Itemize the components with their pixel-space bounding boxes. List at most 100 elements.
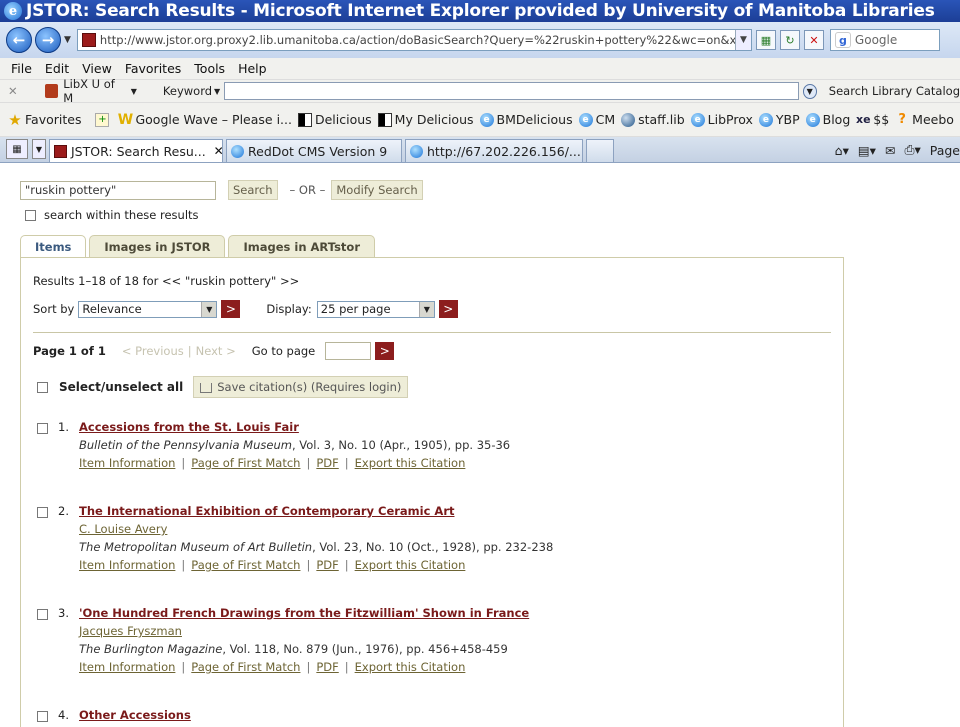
chevron-down-icon: ▼ (201, 301, 217, 317)
next-link: Next > (195, 344, 236, 358)
libx-logo-icon (45, 84, 59, 98)
favorite-my-delicious[interactable]: My Delicious (377, 112, 474, 127)
sort-go-button[interactable]: > (221, 300, 241, 318)
add-favorite-button[interactable]: + (95, 112, 112, 127)
menu-bar: File Edit View Favorites Tools Help (0, 58, 960, 80)
menu-tools[interactable]: Tools (194, 61, 225, 76)
result-citation: The Burlington Magazine, Vol. 118, No. 8… (79, 640, 819, 658)
export-citation-link[interactable]: Export this Citation (355, 558, 466, 572)
keyword-dropdown-icon[interactable]: ▼ (214, 87, 220, 96)
favorites-button[interactable]: ★ Favorites (8, 111, 81, 129)
result-checkbox[interactable] (37, 711, 48, 722)
close-toolbar-icon[interactable]: ✕ (8, 84, 25, 98)
result-links: Item Information | Page of First Match | PDF… (79, 558, 466, 572)
page-of-first-match-link[interactable]: Page of First Match (191, 660, 300, 674)
page-menu[interactable]: Page (930, 143, 960, 158)
favorite-dollars[interactable]: xe $$ (856, 112, 889, 127)
search-query-input[interactable]: "ruskin pottery" (20, 180, 216, 200)
page-of-first-match-link[interactable]: Page of First Match (191, 456, 300, 470)
close-tab-icon[interactable]: ✕ (214, 144, 222, 158)
favorite-bmdelicious[interactable]: e BMDelicious (479, 112, 573, 127)
favorite-delicious[interactable]: Delicious (297, 112, 372, 127)
menu-file[interactable]: File (11, 61, 32, 76)
home-icon[interactable]: ⌂▾ (835, 143, 849, 158)
libx-search-input[interactable] (224, 82, 799, 100)
result-title-link[interactable]: Accessions from the St. Louis Fair (79, 420, 299, 434)
favorite-cm[interactable]: e CM (578, 112, 615, 127)
result-author-link[interactable]: C. Louise Avery (79, 522, 167, 536)
sort-by-select[interactable]: Relevance ▼ (78, 300, 218, 318)
feeds-icon[interactable]: ▤▾ (858, 143, 876, 158)
result-author-link[interactable]: Jacques Fryszman (79, 624, 182, 638)
result-title-link[interactable]: 'One Hundred French Drawings from the Fi… (79, 606, 529, 620)
result-citation: Bulletin of the Pennsylvania Museum, Vol… (79, 436, 819, 454)
ie-page-icon (231, 144, 244, 158)
libx-edition-menu[interactable]: LibX U of M (63, 77, 125, 105)
web-search-input[interactable]: g Google (829, 29, 940, 51)
command-bar: ⌂▾ ▤▾ ✉ ⎙▾ Page (826, 142, 960, 158)
item-information-link[interactable]: Item Information (79, 558, 175, 572)
refresh-icon[interactable]: ↻ (779, 30, 800, 50)
keyword-menu[interactable]: Keyword (163, 84, 212, 98)
stop-icon[interactable]: ✕ (803, 30, 824, 50)
libx-dropdown-icon[interactable]: ▼ (131, 87, 137, 96)
display-go-button[interactable]: > (438, 300, 458, 318)
favorite-staff-lib[interactable]: staff.lib (621, 112, 685, 127)
go-to-page-button[interactable]: > (375, 342, 395, 360)
print-icon[interactable]: ⎙▾ (904, 142, 920, 158)
modify-search-button[interactable]: Modify Search (331, 180, 423, 200)
export-citation-link[interactable]: Export this Citation (355, 660, 466, 674)
mail-icon[interactable]: ✉ (885, 143, 895, 158)
favorite-meebo[interactable]: ? Meebo (895, 112, 954, 127)
sort-row: Sort by Relevance ▼ > Display: 25 per pa… (33, 300, 458, 318)
menu-view[interactable]: View (82, 61, 112, 76)
tab-images-in-jstor[interactable]: Images in JSTOR (89, 235, 226, 258)
item-information-link[interactable]: Item Information (79, 660, 175, 674)
page-of-first-match-link[interactable]: Page of First Match (191, 558, 300, 572)
new-tab-button[interactable] (586, 139, 614, 162)
history-dropdown-icon[interactable]: ▼ (64, 35, 71, 45)
tab-images-in-artstor[interactable]: Images in ARTstor (228, 235, 375, 258)
result-checkbox[interactable] (37, 423, 48, 434)
forward-arrow-icon[interactable]: → (35, 27, 61, 53)
favorite-label: Delicious (314, 112, 372, 127)
browser-tab-ip[interactable]: http://67.202.226.156/... (405, 139, 583, 162)
select-all-checkbox[interactable] (37, 381, 48, 393)
item-information-link[interactable]: Item Information (79, 456, 175, 470)
search-button[interactable]: Search (228, 180, 278, 200)
favorite-blog[interactable]: e Blog (805, 112, 850, 127)
save-citations-button[interactable]: Save citation(s) (Requires login) (193, 376, 409, 398)
compatibility-view-icon[interactable]: ▦ (755, 30, 776, 50)
favorite-libprox[interactable]: e LibProx (690, 112, 753, 127)
go-to-page-input[interactable] (325, 342, 372, 360)
favorite-label: Meebo (912, 112, 954, 127)
favorite-ybp[interactable]: e YBP (758, 112, 800, 127)
browser-tab-jstor[interactable]: JSTOR: Search Resu... ✕ (49, 139, 223, 162)
ie-page-icon (410, 144, 423, 158)
previous-link: < Previous (121, 344, 184, 358)
menu-edit[interactable]: Edit (45, 61, 69, 76)
menu-help[interactable]: Help (238, 61, 267, 76)
result-title-link[interactable]: The International Exhibition of Contempo… (79, 504, 455, 518)
result-checkbox[interactable] (37, 507, 48, 518)
tab-items[interactable]: Items (20, 235, 87, 258)
pdf-link[interactable]: PDF (316, 660, 338, 674)
search-within-checkbox[interactable] (25, 209, 36, 221)
libx-search-go-icon[interactable]: ▼ (802, 83, 817, 99)
pdf-link[interactable]: PDF (316, 456, 338, 470)
display-select[interactable]: 25 per page ▼ (316, 300, 435, 318)
tab-list-icon[interactable]: ▼ (32, 139, 46, 159)
export-citation-link[interactable]: Export this Citation (355, 456, 466, 470)
address-field[interactable]: http://www.jstor.org.proxy2.lib.umanitob… (76, 29, 752, 51)
menu-favorites[interactable]: Favorites (125, 61, 181, 76)
browser-tab-reddot[interactable]: RedDot CMS Version 9 (226, 139, 402, 162)
result-checkbox[interactable] (37, 609, 48, 620)
back-arrow-icon[interactable]: ← (6, 27, 32, 53)
meebo-icon: ? (898, 112, 906, 127)
result-number: 4. (58, 708, 69, 722)
favorite-google-wave[interactable]: W Google Wave – Please i... (118, 112, 292, 128)
search-library-catalog-button[interactable]: Search Library Catalog (829, 84, 960, 98)
address-dropdown-icon[interactable]: ▼ (734, 30, 751, 50)
pdf-link[interactable]: PDF (316, 558, 338, 572)
quick-tabs-icon[interactable]: ▦ (6, 139, 28, 159)
